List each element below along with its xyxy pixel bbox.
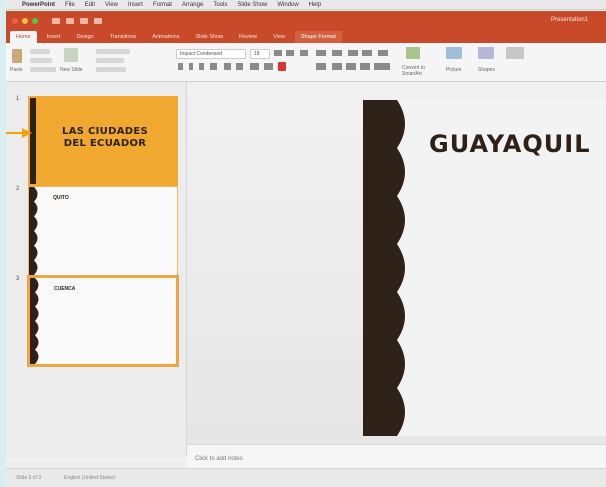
slide-accent-bar — [30, 98, 36, 184]
underline-icon[interactable] — [199, 63, 204, 70]
quick-access-toolbar — [52, 18, 102, 24]
shapes-button[interactable]: Shapes — [478, 67, 495, 73]
bullets-icon[interactable] — [316, 50, 326, 56]
slide-thumbnail-pane[interactable]: 1 LAS CIUDADES DEL ECUADOR 2 QUITO 3 CUE… — [6, 82, 187, 457]
align-right-icon[interactable] — [346, 63, 356, 70]
slide-counter: Slide 3 of 3 — [16, 475, 42, 481]
slide-number: 3 — [16, 276, 20, 282]
slide-thumbnail-title: CUENCA — [54, 286, 76, 292]
align-left-icon[interactable] — [316, 63, 326, 70]
paste-button[interactable]: Paste — [10, 67, 23, 73]
bold-icon[interactable] — [178, 63, 183, 70]
char-spacing-icon[interactable] — [250, 63, 259, 70]
menu-slide-show[interactable]: Slide Show — [237, 2, 267, 8]
columns-icon[interactable] — [378, 50, 388, 56]
document-title: Presentation1 — [550, 17, 588, 23]
callout-arrow-icon — [6, 128, 32, 138]
layout-button[interactable] — [96, 49, 130, 54]
picture-button[interactable]: Picture — [446, 67, 462, 73]
subscript-icon[interactable] — [236, 63, 243, 70]
picture-icon[interactable] — [446, 47, 462, 59]
justify-icon[interactable] — [360, 63, 370, 70]
reset-button[interactable] — [96, 58, 124, 63]
indent-increase-icon[interactable] — [362, 50, 372, 56]
window-titlebar: Presentation1 — [6, 11, 606, 31]
decrease-font-icon[interactable] — [286, 50, 294, 56]
new-slide-icon[interactable] — [64, 48, 78, 62]
undo-icon[interactable] — [80, 18, 88, 24]
change-case-icon[interactable] — [264, 63, 273, 70]
align-center-icon[interactable] — [332, 63, 342, 70]
increase-font-icon[interactable] — [274, 50, 282, 56]
ribbon-tabs: Home Insert Design Transitions Animation… — [6, 31, 606, 43]
slide-thumbnail-2[interactable]: QUITO — [28, 186, 178, 276]
home-icon[interactable] — [52, 18, 60, 24]
zoom-window-button[interactable] — [32, 18, 38, 24]
minimize-window-button[interactable] — [22, 18, 28, 24]
tab-view[interactable]: View — [267, 31, 291, 43]
close-window-button[interactable] — [12, 18, 18, 24]
redo-icon[interactable] — [94, 18, 102, 24]
menu-format[interactable]: Format — [153, 2, 172, 8]
scalloped-border-graphic — [363, 100, 405, 436]
cut-button[interactable] — [30, 49, 50, 54]
copy-button[interactable] — [30, 58, 52, 63]
tab-transitions[interactable]: Transitions — [104, 31, 143, 43]
italic-icon[interactable] — [189, 63, 193, 70]
menu-insert[interactable]: Insert — [128, 2, 143, 8]
format-painter-button[interactable] — [30, 67, 56, 72]
convert-smartart-button[interactable]: Convert to SmartArt — [402, 65, 436, 77]
tab-shape-format[interactable]: Shape Format — [294, 31, 342, 43]
tab-review[interactable]: Review — [233, 31, 263, 43]
tab-design[interactable]: Design — [70, 31, 99, 43]
menu-app[interactable]: PowerPoint — [22, 2, 55, 8]
arrange-icon[interactable] — [506, 47, 524, 59]
window-controls — [12, 18, 38, 24]
slide-thumbnail-3[interactable]: CUENCA — [27, 275, 179, 367]
macos-menubar: PowerPoint File Edit View Insert Format … — [6, 0, 606, 10]
slide-thumbnail-title: LAS CIUDADES DEL ECUADOR — [62, 126, 148, 149]
font-color-icon[interactable] — [278, 62, 286, 71]
paste-icon[interactable] — [12, 49, 22, 63]
new-slide-button[interactable]: New Slide — [60, 67, 86, 73]
shapes-icon[interactable] — [478, 47, 494, 59]
strikethrough-icon[interactable] — [210, 63, 217, 70]
slide-number: 2 — [16, 186, 20, 192]
status-bar: Slide 3 of 3 English (United States) — [6, 468, 606, 487]
section-button[interactable] — [96, 67, 126, 72]
menu-window[interactable]: Window — [277, 2, 298, 8]
slide-thumbnail-1[interactable]: LAS CIUDADES DEL ECUADOR — [28, 96, 178, 186]
menu-view[interactable]: View — [105, 2, 118, 8]
text-direction-icon[interactable] — [374, 63, 390, 70]
menu-help[interactable]: Help — [309, 2, 321, 8]
notes-pane[interactable]: Click to add notes — [187, 444, 606, 469]
slide-editor: GUAYAQUIL — [187, 82, 606, 444]
tab-insert[interactable]: Insert — [41, 31, 67, 43]
language-indicator[interactable]: English (United States) — [64, 475, 115, 481]
clear-format-icon[interactable] — [300, 50, 308, 56]
tab-slide-show[interactable]: Slide Show — [189, 31, 229, 43]
menu-edit[interactable]: Edit — [85, 2, 95, 8]
slide-title-textbox[interactable]: GUAYAQUIL — [429, 130, 591, 158]
slide-number: 1 — [16, 96, 20, 102]
menu-file[interactable]: File — [65, 2, 75, 8]
font-size-box[interactable]: 18 — [250, 49, 270, 59]
font-name-box[interactable]: Impact Condensed — [176, 49, 246, 59]
save-icon[interactable] — [66, 18, 74, 24]
menu-arrange[interactable]: Arrange — [182, 2, 203, 8]
numbering-icon[interactable] — [332, 50, 342, 56]
tab-animations[interactable]: Animations — [146, 31, 185, 43]
indent-decrease-icon[interactable] — [348, 50, 358, 56]
scalloped-border-graphic — [30, 278, 39, 364]
menu-tools[interactable]: Tools — [213, 2, 227, 8]
tab-home[interactable]: Home — [10, 31, 37, 43]
scalloped-border-graphic — [29, 187, 38, 275]
ribbon-toolbar: Paste New Slide Impact Condensed 18 Conv… — [6, 43, 606, 82]
smartart-icon[interactable] — [406, 47, 420, 59]
notes-placeholder: Click to add notes — [195, 456, 243, 462]
superscript-icon[interactable] — [224, 63, 231, 70]
current-slide-canvas[interactable]: GUAYAQUIL — [363, 100, 606, 436]
powerpoint-window: PowerPoint File Edit View Insert Format … — [6, 0, 606, 487]
slide-thumbnail-title: QUITO — [53, 195, 69, 201]
